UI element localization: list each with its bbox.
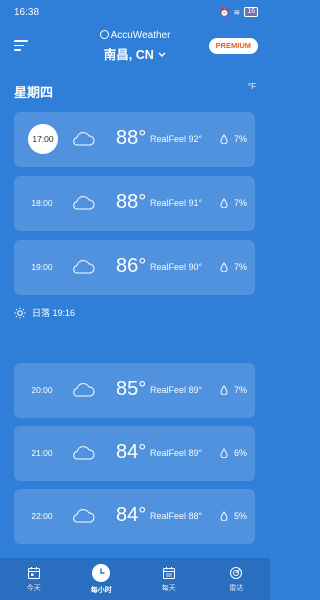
calendar-icon: [162, 566, 175, 579]
hour-time: 22:00: [31, 511, 53, 521]
cloud-icon: [73, 509, 95, 523]
hour-precipitation: 7%: [233, 385, 247, 395]
brand-name: AccuWeather: [110, 30, 171, 41]
hour-precipitation: 7%: [233, 262, 247, 272]
tab-label: 今天: [26, 584, 41, 592]
hour-card[interactable]: 22:00 84° RealFeel 88° 5%: [14, 489, 255, 544]
hour-temperature: 84°: [116, 441, 147, 463]
tab-daily[interactable]: 每天: [135, 558, 203, 600]
hour-temperature: 84°: [116, 504, 147, 526]
radar-icon: [230, 566, 243, 579]
hour-time: 20:00: [31, 385, 53, 395]
hour-temperature: 85°: [116, 378, 147, 400]
tab-label: 每天: [161, 584, 176, 592]
tab-hourly[interactable]: 每小时: [68, 558, 136, 600]
tab-label: 雷达: [229, 584, 244, 592]
status-bar: 16:38 ⏰ ≋ 16: [0, 0, 270, 24]
status-time: 16:38: [14, 6, 40, 18]
clock-icon: [92, 563, 111, 582]
hour-realfeel: RealFeel 88°: [150, 511, 203, 521]
alarm-icon: ⏰: [219, 7, 230, 17]
hour-time: 18:00: [31, 198, 53, 208]
cloud-icon: [73, 446, 95, 460]
hour-realfeel: RealFeel 90°: [150, 262, 203, 272]
hour-temperature: 86°: [116, 255, 147, 277]
hour-precipitation: 7%: [233, 134, 247, 144]
hour-card[interactable]: 21:00 84° RealFeel 89° 6%: [14, 426, 255, 481]
calendar-icon: [27, 566, 40, 579]
hour-temperature: 88°: [116, 191, 147, 213]
status-icons: ⏰ ≋ 16: [220, 7, 258, 17]
sunset-row: 日落 19:16: [14, 306, 75, 319]
day-title: 星期四: [14, 85, 54, 100]
wifi-icon: ≋: [233, 7, 241, 17]
hour-card[interactable]: 17:00 88° RealFeel 92° 7%: [14, 112, 255, 167]
hour-realfeel: RealFeel 92°: [150, 134, 203, 144]
tab-label: 每小时: [90, 586, 112, 594]
raindrop-icon: [220, 198, 228, 208]
cloud-icon: [73, 383, 95, 397]
hour-realfeel: RealFeel 89°: [150, 385, 203, 395]
sunset-icon: [14, 307, 26, 318]
hour-realfeel: RealFeel 91°: [150, 198, 203, 208]
sunset-label: 日落 19:16: [32, 308, 76, 318]
tab-radar[interactable]: 雷达: [203, 558, 271, 600]
app-header: AccuWeather 南昌, CN PREMIUM: [0, 28, 270, 64]
temperature-unit[interactable]: °F: [248, 82, 256, 91]
hour-precipitation: 7%: [233, 198, 247, 208]
raindrop-icon: [220, 134, 228, 144]
hour-realfeel: RealFeel 89°: [150, 448, 203, 458]
hour-temperature: 88°: [116, 127, 147, 149]
accuweather-logo-icon: [99, 30, 109, 39]
bottom-navigation: 今天 每小时 每天 雷达: [0, 558, 270, 600]
location-label: 南昌, CN: [103, 48, 154, 62]
hour-time: 17:00: [28, 124, 58, 154]
premium-button[interactable]: PREMIUM: [208, 38, 258, 54]
raindrop-icon: [220, 511, 228, 521]
hour-precipitation: 5%: [233, 511, 247, 521]
cloud-icon: [73, 260, 95, 274]
battery-icon: 16: [244, 7, 258, 17]
hour-time: 21:00: [31, 448, 53, 458]
hour-card[interactable]: 19:00 86° RealFeel 90° 7%: [14, 240, 255, 295]
raindrop-icon: [220, 262, 228, 272]
hour-card[interactable]: 20:00 85° RealFeel 89° 7%: [14, 363, 255, 418]
cloud-icon: [73, 196, 95, 210]
chevron-down-icon: [158, 52, 166, 57]
cloud-icon: [73, 132, 95, 146]
hour-card[interactable]: 18:00 88° RealFeel 91° 7%: [14, 176, 255, 231]
raindrop-icon: [220, 448, 228, 458]
tab-today[interactable]: 今天: [0, 558, 68, 600]
hour-precipitation: 6%: [233, 448, 247, 458]
raindrop-icon: [220, 385, 228, 395]
hour-time: 19:00: [31, 262, 53, 272]
